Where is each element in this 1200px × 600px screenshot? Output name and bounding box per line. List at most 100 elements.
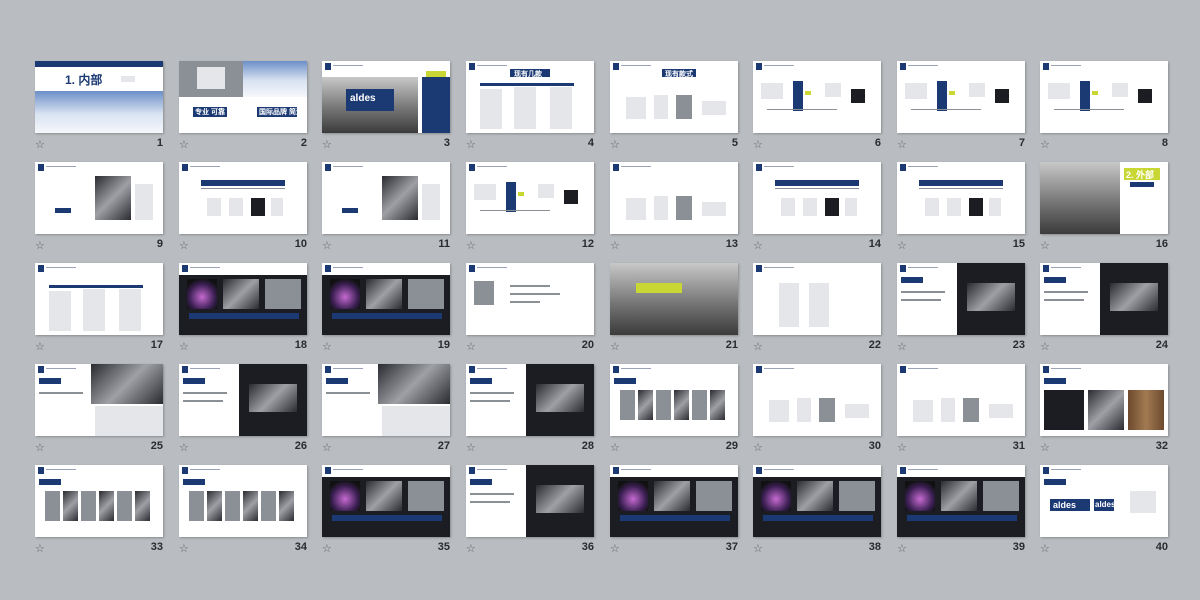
table-line — [201, 188, 285, 189]
slide-preview[interactable] — [897, 61, 1025, 133]
slide-number: 22 — [868, 339, 881, 351]
slide-preview[interactable]: 1. 内部 — [35, 61, 163, 133]
connector — [480, 210, 550, 211]
star-icon[interactable]: ☆ — [179, 342, 189, 353]
slide-preview[interactable] — [322, 162, 450, 234]
product — [536, 384, 584, 412]
header-line — [477, 166, 507, 167]
slide-preview[interactable] — [179, 162, 307, 234]
product — [514, 87, 536, 129]
product — [819, 398, 835, 422]
star-icon[interactable]: ☆ — [610, 342, 620, 353]
slide-preview[interactable] — [466, 263, 594, 335]
slide-preview[interactable] — [1040, 364, 1168, 436]
section-tag — [1044, 479, 1066, 485]
slide-preview[interactable] — [466, 364, 594, 436]
star-icon[interactable]: ☆ — [1040, 241, 1050, 252]
slide-preview[interactable] — [610, 263, 738, 335]
product — [229, 198, 243, 216]
star-icon[interactable]: ☆ — [322, 241, 332, 252]
slide-preview[interactable] — [322, 465, 450, 537]
header-line — [621, 368, 651, 369]
star-icon[interactable]: ☆ — [322, 443, 332, 454]
slide-preview[interactable] — [179, 364, 307, 436]
star-icon[interactable]: ☆ — [610, 140, 620, 151]
star-icon[interactable]: ☆ — [753, 241, 763, 252]
slide-preview[interactable] — [179, 263, 307, 335]
product — [626, 97, 646, 119]
star-icon[interactable]: ☆ — [610, 241, 620, 252]
star-icon[interactable]: ☆ — [322, 544, 332, 555]
star-icon[interactable]: ☆ — [35, 241, 45, 252]
slide-preview[interactable] — [322, 364, 450, 436]
star-icon[interactable]: ☆ — [897, 544, 907, 555]
slide-preview[interactable]: 专业 可靠 国际品牌 简洁 — [179, 61, 307, 133]
slide-preview[interactable] — [35, 162, 163, 234]
slide-preview[interactable] — [179, 465, 307, 537]
star-icon[interactable]: ☆ — [753, 544, 763, 555]
slide-preview[interactable]: 现有款式 — [610, 61, 738, 133]
slide-preview[interactable] — [610, 162, 738, 234]
star-icon[interactable]: ☆ — [466, 241, 476, 252]
star-icon[interactable]: ☆ — [1040, 140, 1050, 151]
slide-preview[interactable] — [753, 61, 881, 133]
slide-preview[interactable]: aldes aldes — [1040, 465, 1168, 537]
slide-preview[interactable]: 2. 外部 — [1040, 162, 1168, 234]
slide-preview[interactable] — [897, 465, 1025, 537]
slide-preview[interactable] — [753, 465, 881, 537]
star-icon[interactable]: ☆ — [466, 342, 476, 353]
star-icon[interactable]: ☆ — [35, 443, 45, 454]
star-icon[interactable]: ☆ — [897, 241, 907, 252]
star-icon[interactable]: ☆ — [610, 443, 620, 454]
slide-preview[interactable]: 现有几款 — [466, 61, 594, 133]
slide-preview[interactable] — [897, 364, 1025, 436]
star-icon[interactable]: ☆ — [897, 342, 907, 353]
star-icon[interactable]: ☆ — [753, 140, 763, 151]
star-icon[interactable]: ☆ — [1040, 342, 1050, 353]
slide-preview[interactable] — [753, 263, 881, 335]
star-icon[interactable]: ☆ — [466, 443, 476, 454]
marker — [518, 192, 524, 196]
star-icon[interactable]: ☆ — [179, 443, 189, 454]
star-icon[interactable]: ☆ — [322, 342, 332, 353]
header-line — [908, 65, 938, 66]
star-icon[interactable]: ☆ — [35, 342, 45, 353]
star-icon[interactable]: ☆ — [179, 140, 189, 151]
section-tag — [326, 378, 348, 384]
star-icon[interactable]: ☆ — [179, 241, 189, 252]
slide-preview[interactable] — [897, 263, 1025, 335]
slide-preview[interactable] — [753, 364, 881, 436]
slide-preview[interactable] — [466, 465, 594, 537]
swatch — [63, 491, 78, 521]
slide-preview[interactable] — [322, 263, 450, 335]
slide-preview[interactable] — [35, 364, 163, 436]
slide-preview[interactable] — [897, 162, 1025, 234]
slide-preview[interactable]: aldes — [322, 61, 450, 133]
slide-preview[interactable] — [1040, 61, 1168, 133]
slide-preview[interactable] — [466, 162, 594, 234]
marker — [1092, 91, 1098, 95]
star-icon[interactable]: ☆ — [35, 544, 45, 555]
slide-preview[interactable] — [1040, 263, 1168, 335]
star-icon[interactable]: ☆ — [322, 140, 332, 151]
star-icon[interactable]: ☆ — [753, 443, 763, 454]
star-icon[interactable]: ☆ — [466, 140, 476, 151]
slide-preview[interactable] — [753, 162, 881, 234]
star-icon[interactable]: ☆ — [897, 140, 907, 151]
cubes-icon — [474, 281, 494, 305]
star-icon[interactable]: ☆ — [35, 140, 45, 151]
text-line — [183, 400, 223, 402]
slide-preview[interactable] — [35, 263, 163, 335]
star-icon[interactable]: ☆ — [1040, 544, 1050, 555]
star-icon[interactable]: ☆ — [897, 443, 907, 454]
star-icon[interactable]: ☆ — [753, 342, 763, 353]
star-icon[interactable]: ☆ — [610, 544, 620, 555]
star-icon[interactable]: ☆ — [179, 544, 189, 555]
slide-preview[interactable] — [610, 364, 738, 436]
slide-preview[interactable] — [35, 465, 163, 537]
star-icon[interactable]: ☆ — [1040, 443, 1050, 454]
aldes-logo-icon — [900, 63, 906, 70]
slide-number: 39 — [1012, 541, 1025, 553]
slide-preview[interactable] — [610, 465, 738, 537]
star-icon[interactable]: ☆ — [466, 544, 476, 555]
